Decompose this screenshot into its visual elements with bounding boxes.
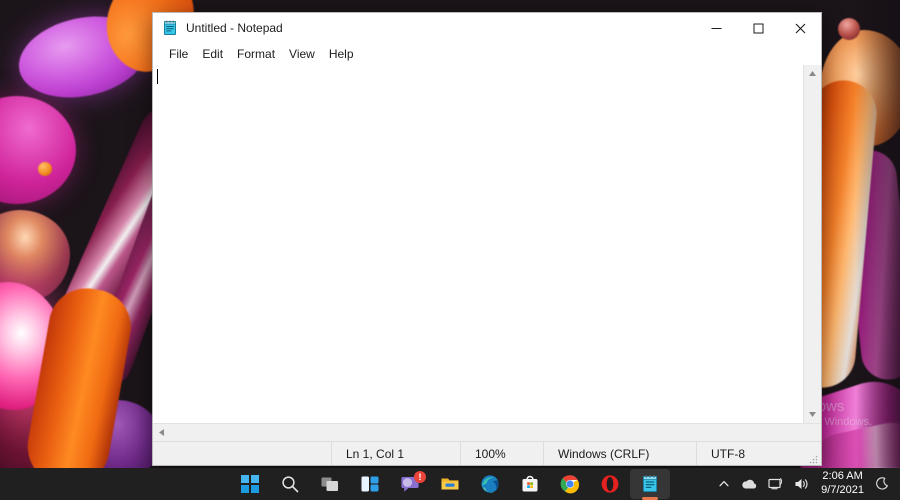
network-icon[interactable] bbox=[763, 471, 789, 497]
menu-format[interactable]: Format bbox=[230, 45, 282, 63]
status-cursor-position[interactable]: Ln 1, Col 1 bbox=[331, 442, 460, 465]
scrollbar-corner bbox=[804, 424, 821, 441]
vertical-scrollbar[interactable] bbox=[803, 65, 821, 423]
window-titlebar[interactable]: Untitled - Notepad bbox=[153, 13, 821, 43]
horizontal-scrollbar[interactable] bbox=[153, 423, 821, 441]
clock-time: 2:06 AM bbox=[822, 470, 863, 483]
volume-icon[interactable] bbox=[789, 471, 815, 497]
taskbar: ! 2:06 AM 9/7/2021 bbox=[0, 468, 900, 500]
start-button[interactable] bbox=[230, 469, 270, 499]
opera-button[interactable] bbox=[590, 469, 630, 499]
chat-notification-badge: ! bbox=[414, 471, 426, 483]
close-button[interactable] bbox=[779, 13, 821, 43]
editor-region bbox=[153, 64, 821, 423]
show-hidden-icons-button[interactable] bbox=[713, 471, 735, 497]
notepad-icon bbox=[162, 20, 178, 36]
vertical-scroll-track[interactable] bbox=[804, 82, 821, 406]
notepad-button[interactable] bbox=[630, 469, 670, 500]
status-zoom-level[interactable]: 100% bbox=[460, 442, 543, 465]
minimize-button[interactable] bbox=[695, 13, 737, 43]
task-view-button[interactable] bbox=[310, 469, 350, 499]
system-tray: 2:06 AM 9/7/2021 bbox=[713, 468, 894, 500]
status-spacer bbox=[153, 442, 331, 465]
search-button[interactable] bbox=[270, 469, 310, 499]
menu-file[interactable]: File bbox=[162, 45, 195, 63]
menu-help[interactable]: Help bbox=[322, 45, 361, 63]
text-editor[interactable] bbox=[153, 65, 803, 423]
chat-button[interactable]: ! bbox=[390, 469, 430, 499]
window-title: Untitled - Notepad bbox=[186, 21, 283, 35]
notepad-window[interactable]: Untitled - Notepad File Edit Format View… bbox=[152, 12, 822, 466]
scroll-up-icon[interactable] bbox=[804, 65, 821, 82]
focus-assist-moon-icon[interactable] bbox=[870, 471, 894, 497]
resize-grip-icon[interactable] bbox=[809, 453, 818, 464]
clock-date: 9/7/2021 bbox=[821, 484, 864, 496]
file-explorer-button[interactable] bbox=[430, 469, 470, 499]
status-encoding[interactable]: UTF-8 bbox=[696, 442, 821, 465]
maximize-button[interactable] bbox=[737, 13, 779, 43]
chrome-button[interactable] bbox=[550, 469, 590, 499]
menu-view[interactable]: View bbox=[282, 45, 322, 63]
onedrive-icon[interactable] bbox=[735, 471, 763, 497]
edge-button[interactable] bbox=[470, 469, 510, 499]
desktop-screen: Activate Windows Go to Settings to activ… bbox=[0, 0, 900, 500]
wallpaper-blob bbox=[0, 96, 76, 204]
status-line-ending[interactable]: Windows (CRLF) bbox=[543, 442, 696, 465]
clock[interactable]: 2:06 AM 9/7/2021 bbox=[815, 470, 870, 498]
status-encoding-label: UTF-8 bbox=[711, 446, 745, 461]
text-caret bbox=[157, 69, 158, 84]
window-controls bbox=[695, 13, 821, 43]
wallpaper-blob bbox=[38, 162, 52, 176]
status-bar: Ln 1, Col 1 100% Windows (CRLF) UTF-8 bbox=[153, 441, 821, 465]
menu-bar: File Edit Format View Help bbox=[153, 43, 821, 64]
store-button[interactable] bbox=[510, 469, 550, 499]
widgets-button[interactable] bbox=[350, 469, 390, 499]
menu-edit[interactable]: Edit bbox=[195, 45, 230, 63]
horizontal-scroll-track[interactable] bbox=[170, 424, 804, 441]
scroll-down-icon[interactable] bbox=[804, 406, 821, 423]
scroll-left-icon[interactable] bbox=[153, 424, 170, 441]
